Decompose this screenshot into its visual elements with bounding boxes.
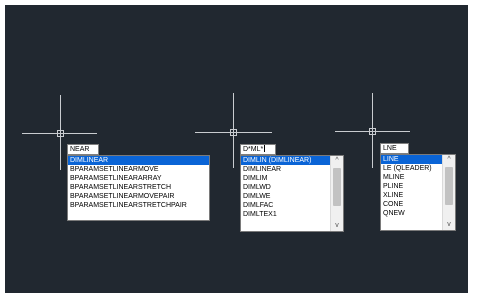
- scroll-thumb[interactable]: [333, 168, 341, 206]
- autocomplete-item[interactable]: PLINE: [381, 182, 443, 191]
- autocomplete-item[interactable]: QNEW: [381, 209, 443, 218]
- text-caret: [264, 145, 266, 152]
- autocomplete-item[interactable]: DIMLFAC: [241, 201, 331, 210]
- command-input[interactable]: NEAR: [67, 144, 99, 155]
- scrollbar[interactable]: ^ v: [330, 156, 343, 231]
- command-input-text: LNE: [383, 145, 397, 152]
- autocomplete-item[interactable]: DIMLIM: [241, 174, 331, 183]
- autocomplete-item[interactable]: DIMLINEAR: [241, 165, 331, 174]
- autocomplete-item[interactable]: XLINE: [381, 191, 443, 200]
- scroll-thumb[interactable]: [445, 167, 453, 205]
- autocomplete-item[interactable]: BPARAMSETLINEARMOVE: [68, 165, 209, 174]
- command-input-text: D*ML*: [243, 146, 264, 153]
- autocomplete-item[interactable]: BPARAMSETLINEARARRAY: [68, 174, 209, 183]
- scroll-up-arrow-icon[interactable]: ^: [331, 156, 343, 166]
- command-input[interactable]: LNE: [380, 143, 409, 154]
- command-input[interactable]: D*ML*: [240, 144, 276, 155]
- autocomplete-item[interactable]: DIMLWE: [241, 192, 331, 201]
- autocomplete-item[interactable]: BPARAMSETLINEARSTRETCH: [68, 183, 209, 192]
- scroll-down-arrow-icon[interactable]: v: [331, 221, 343, 231]
- autocomplete-list[interactable]: DIMLINEAR BPARAMSETLINEARMOVE BPARAMSETLIN…: [67, 155, 210, 221]
- pickbox-icon: [369, 128, 376, 135]
- scroll-down-arrow-icon[interactable]: v: [443, 220, 455, 230]
- pickbox-icon: [230, 129, 237, 136]
- autocomplete-item[interactable]: BPARAMSETLINEARMOVEPAIR: [68, 192, 209, 201]
- scroll-up-arrow-icon[interactable]: ^: [443, 155, 455, 165]
- autocomplete-item[interactable]: DIMLINEAR: [68, 156, 209, 165]
- drawing-canvas[interactable]: NEAR DIMLINEAR BPARAMSETLINEARMOVE BPARAMS…: [5, 5, 468, 293]
- autocomplete-item[interactable]: DIMLWD: [241, 183, 331, 192]
- autocomplete-item[interactable]: LE (QLEADER): [381, 164, 443, 173]
- autocomplete-list[interactable]: LINE LE (QLEADER) MLINE PLINE XLINE CONE QNEW ^…: [380, 154, 456, 231]
- pickbox-icon: [57, 130, 64, 137]
- autocomplete-item[interactable]: CONE: [381, 200, 443, 209]
- scrollbar[interactable]: ^ v: [442, 155, 455, 230]
- autocomplete-item[interactable]: MLINE: [381, 173, 443, 182]
- autocomplete-list[interactable]: DIMLIN (DIMLINEAR) DIMLINEAR DIMLIM DIMLWD D…: [240, 155, 344, 232]
- autocomplete-item[interactable]: DIMLTEX1: [241, 210, 331, 219]
- autocomplete-item[interactable]: LINE: [381, 155, 443, 164]
- autocomplete-item[interactable]: DIMLIN (DIMLINEAR): [241, 156, 331, 165]
- command-input-text: NEAR: [70, 146, 90, 153]
- autocomplete-item[interactable]: BPARAMSETLINEARSTRETCHPAIR: [68, 201, 209, 210]
